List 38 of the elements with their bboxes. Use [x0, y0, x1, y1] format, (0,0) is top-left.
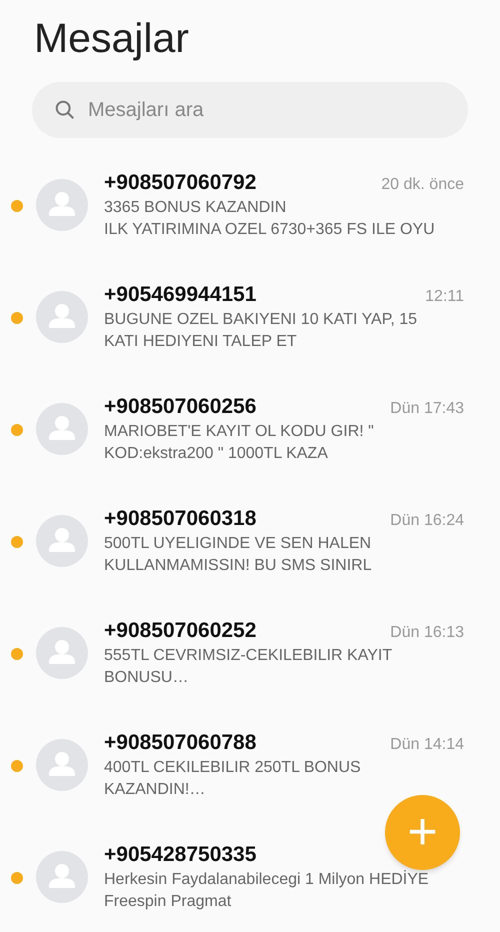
- sender-name: +905428750335: [104, 842, 256, 868]
- avatar-icon: [36, 403, 88, 455]
- sender-name: +908507060252: [104, 618, 256, 644]
- message-preview: 400TL CEKILEBILIR 250TL BONUS: [104, 758, 362, 778]
- avatar-icon: [36, 851, 88, 903]
- message-preview: KAZANDIN!…: [104, 780, 206, 800]
- message-preview: Herkesin Faydalanabilecegi 1 Milyon HEDİYE: [104, 869, 430, 890]
- message-preview: MARIOBET'E KAYIT OL KODU GIR! ": [104, 422, 375, 442]
- message-time: 12:11: [425, 287, 464, 307]
- avatar-icon: [36, 627, 88, 679]
- message-preview: 555TL CEVRIMSIZ-CEKILEBILIR KAYIT: [104, 646, 394, 666]
- message-preview: KOD:ekstra200 " 1000TL KAZA: [104, 444, 329, 464]
- message-preview: 3365 BONUS KAZANDIN: [104, 198, 288, 218]
- search-field[interactable]: Mesajları ara: [32, 82, 468, 138]
- sender-name: +905469944151: [104, 282, 256, 308]
- message-time: Dün 14:14: [390, 735, 464, 755]
- message-preview: 500TL UYELIGINDE VE SEN HALEN: [104, 534, 372, 554]
- message-preview: BUGUNE OZEL BAKIYENI 10 KATI YAP, 15: [104, 310, 418, 330]
- search-icon: [54, 99, 76, 121]
- avatar-icon: [36, 515, 88, 567]
- message-time: Dün 16:24: [390, 511, 464, 531]
- sender-name: +908507060256: [104, 394, 256, 420]
- avatar-icon: [36, 739, 88, 791]
- message-preview: ILK YATIRIMINA OZEL 6730+365 FS ILE OYU: [104, 220, 436, 240]
- sender-name: +908507060792: [104, 170, 256, 196]
- message-preview: KULLANMAMISSIN! BU SMS SINIRL: [104, 556, 373, 576]
- message-preview: Freespin Pragmat: [104, 892, 232, 912]
- message-time: Dün 17:43: [390, 399, 464, 419]
- sender-name: +908507060318: [104, 506, 256, 532]
- message-preview: BONUSU…: [104, 668, 190, 688]
- message-time: Dün 16:13: [390, 623, 464, 643]
- avatar-icon: [36, 291, 88, 343]
- message-preview: KATI HEDIYENI TALEP ET: [104, 332, 298, 352]
- avatar-icon: [36, 179, 88, 231]
- page-title: Mesajlar: [34, 14, 189, 62]
- sender-name: +908507060788: [104, 730, 256, 756]
- compose-button[interactable]: +: [385, 795, 460, 870]
- message-time: 20 dk. önce: [381, 175, 464, 195]
